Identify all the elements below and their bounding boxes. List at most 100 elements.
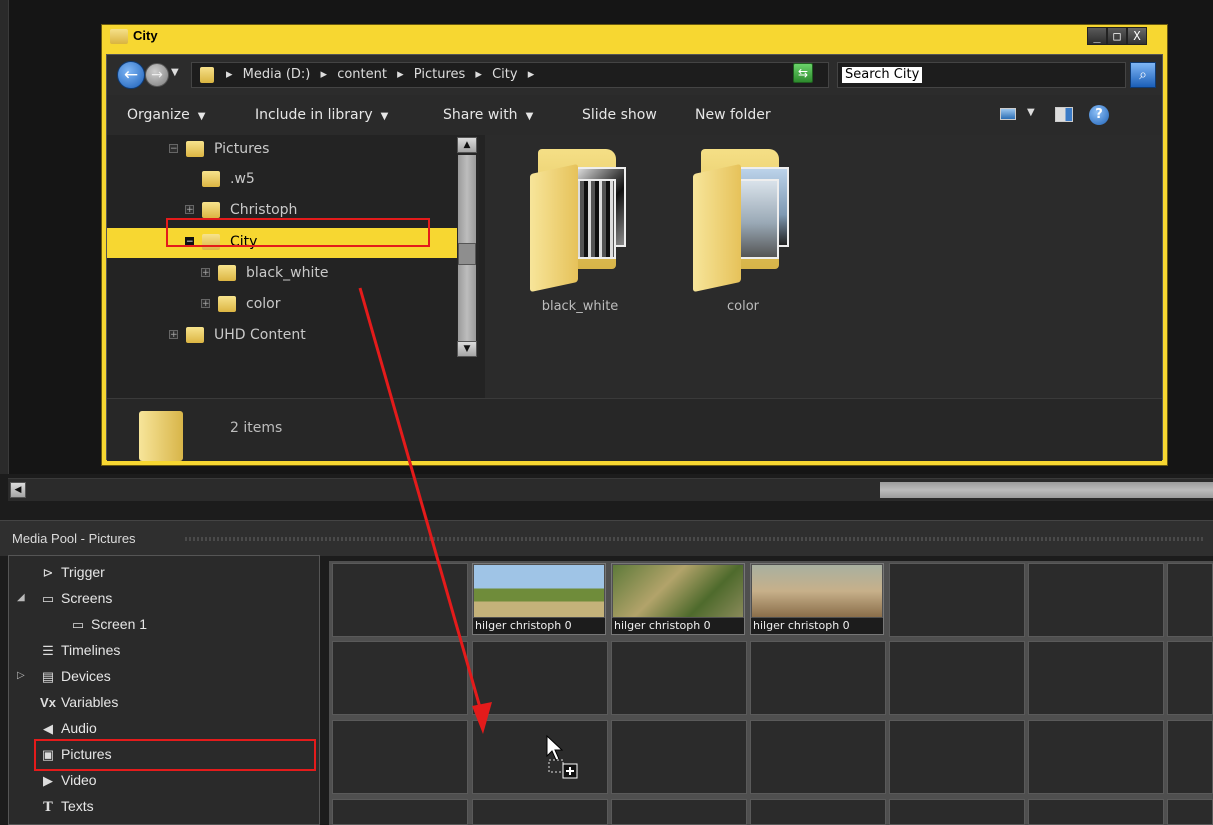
media-pool-tree: ⊳ Trigger ◢ ▭ Screens ▭ Screen 1 ☰ Timelines… bbox=[8, 555, 320, 825]
grid-cell[interactable] bbox=[1028, 720, 1164, 794]
grid-cell[interactable] bbox=[332, 641, 468, 715]
grid-cell[interactable] bbox=[1167, 799, 1213, 825]
tree-item-w5[interactable]: .w5 bbox=[107, 165, 485, 195]
grid-cell[interactable] bbox=[889, 720, 1025, 794]
scroll-down-icon[interactable]: ▼ bbox=[457, 341, 477, 357]
tree-item-timelines[interactable]: ☰ Timelines bbox=[39, 642, 120, 668]
grid-cell[interactable] bbox=[472, 799, 608, 825]
grid-cell[interactable] bbox=[332, 720, 468, 794]
new-folder-button[interactable]: New folder bbox=[695, 107, 771, 123]
media-pool-title: Media Pool - Pictures bbox=[12, 531, 136, 546]
grid-cell[interactable] bbox=[472, 641, 608, 715]
picture-thumbnail[interactable]: hilger christoph 0 bbox=[611, 563, 745, 635]
share-with-menu[interactable]: Share with ▼ bbox=[443, 107, 533, 123]
tree-item-color[interactable]: + color bbox=[107, 290, 485, 320]
grid-cell[interactable] bbox=[1028, 563, 1164, 637]
grid-cell[interactable] bbox=[332, 563, 468, 637]
grid-cell[interactable] bbox=[332, 799, 468, 825]
scrollbar-thumb[interactable] bbox=[458, 243, 476, 265]
picture-thumbnail[interactable]: hilger christoph 0 bbox=[750, 563, 884, 635]
tree-item-label: Timelines bbox=[61, 642, 121, 658]
expand-arrow-icon[interactable]: ▷ bbox=[17, 670, 25, 681]
recent-pages-chevron-down-icon[interactable]: ▼ bbox=[171, 67, 179, 78]
tree-item-screens[interactable]: ▭ Screens bbox=[39, 590, 113, 616]
grid-cell[interactable] bbox=[611, 720, 747, 794]
help-icon[interactable]: ? bbox=[1089, 105, 1109, 125]
grid-cell[interactable] bbox=[1028, 641, 1164, 715]
collapse-arrow-icon[interactable]: ◢ bbox=[17, 592, 25, 603]
left-edge-strip bbox=[0, 0, 9, 474]
organize-menu[interactable]: Organize ▼ bbox=[127, 107, 205, 123]
forward-button[interactable]: → bbox=[145, 63, 169, 87]
scrollbar-thumb[interactable] bbox=[880, 482, 1213, 498]
breadcrumb-item-content[interactable]: content bbox=[337, 67, 387, 82]
collapse-icon[interactable]: − bbox=[169, 144, 178, 154]
tree-item-pictures[interactable]: − Pictures bbox=[107, 135, 485, 165]
video-icon: ▶ bbox=[43, 773, 53, 788]
folder-icon bbox=[186, 141, 204, 157]
breadcrumb-separator: ▸ bbox=[320, 67, 328, 82]
tree-item-video[interactable]: ▶ Video bbox=[39, 772, 97, 798]
tree-item-texts[interactable]: T Texts bbox=[39, 798, 94, 824]
thumbnail-caption: hilger christoph 0 bbox=[751, 618, 883, 634]
breadcrumb-item-pictures[interactable]: Pictures bbox=[414, 67, 465, 82]
city-highlight-box bbox=[166, 218, 430, 247]
folder-tile-color[interactable]: color bbox=[693, 149, 793, 314]
breadcrumb: ▸ Media (D:) ▸ content ▸ Pictures ▸ City… bbox=[226, 67, 540, 82]
grid-cell[interactable] bbox=[750, 641, 886, 715]
view-options-chevron-down-icon[interactable]: ▼ bbox=[1027, 107, 1035, 118]
tree-item-devices[interactable]: ▤ Devices bbox=[39, 668, 111, 694]
grid-cell[interactable] bbox=[472, 720, 608, 794]
tree-item-variables[interactable]: Vx Variables bbox=[39, 694, 118, 720]
tree-item-trigger[interactable]: ⊳ Trigger bbox=[39, 564, 105, 590]
change-view-icon[interactable] bbox=[1000, 108, 1016, 120]
grid-cell[interactable] bbox=[611, 799, 747, 825]
grid-cell[interactable] bbox=[750, 799, 886, 825]
expand-icon[interactable]: + bbox=[201, 268, 210, 278]
grid-cell[interactable] bbox=[1167, 720, 1213, 794]
slide-show-button[interactable]: Slide show bbox=[582, 107, 657, 123]
tree-item-black-white[interactable]: + black_white bbox=[107, 259, 485, 289]
refresh-button[interactable]: ⇆ bbox=[793, 63, 813, 83]
folder-icon bbox=[218, 265, 236, 281]
tree-item-label: Audio bbox=[61, 720, 97, 736]
panel-grip[interactable] bbox=[185, 537, 1205, 541]
pictures-highlight-box bbox=[34, 739, 316, 771]
address-bar[interactable]: ▸ Media (D:) ▸ content ▸ Pictures ▸ City… bbox=[191, 62, 850, 88]
folder-tile-black-white[interactable]: black_white bbox=[530, 149, 630, 314]
preview-pane-icon[interactable] bbox=[1055, 107, 1073, 122]
savanna-trees-image bbox=[474, 565, 604, 617]
expand-icon[interactable]: + bbox=[201, 299, 210, 309]
picture-thumbnail[interactable]: hilger christoph 0 bbox=[472, 563, 606, 635]
grid-cell[interactable] bbox=[750, 720, 886, 794]
tree-item-screen-1[interactable]: ▭ Screen 1 bbox=[69, 616, 147, 642]
expand-icon[interactable]: + bbox=[169, 330, 178, 340]
tree-item-uhd-content[interactable]: + UHD Content bbox=[107, 321, 485, 351]
breadcrumb-item-drive[interactable]: Media (D:) bbox=[243, 67, 311, 82]
grid-cell[interactable] bbox=[611, 641, 747, 715]
details-pane: 2 items bbox=[107, 398, 1162, 461]
grid-cell[interactable] bbox=[1167, 563, 1213, 637]
navigation-pane: − Pictures .w5 + Christoph − City + blac… bbox=[107, 135, 485, 398]
breadcrumb-item-city[interactable]: City bbox=[492, 67, 517, 82]
maximize-button[interactable]: □ bbox=[1107, 27, 1127, 45]
variables-icon: Vx bbox=[40, 695, 56, 710]
minimize-button[interactable]: _ bbox=[1087, 27, 1107, 45]
explorer-titlebar[interactable]: City _ □ X bbox=[102, 25, 1167, 51]
grid-cell[interactable] bbox=[889, 641, 1025, 715]
include-in-library-menu[interactable]: Include in library ▼ bbox=[255, 107, 388, 123]
folder-icon bbox=[139, 411, 183, 461]
grid-cell[interactable] bbox=[889, 799, 1025, 825]
expand-icon[interactable]: + bbox=[185, 205, 194, 215]
grid-cell[interactable] bbox=[1167, 641, 1213, 715]
tree-scrollbar[interactable]: ▲ ▼ bbox=[457, 137, 479, 357]
search-input[interactable]: Search City bbox=[837, 62, 1126, 88]
scroll-up-icon[interactable]: ▲ bbox=[457, 137, 477, 153]
grid-cell[interactable] bbox=[889, 563, 1025, 637]
back-button[interactable]: ← bbox=[117, 61, 145, 89]
grid-cell[interactable] bbox=[1028, 799, 1164, 825]
close-button[interactable]: X bbox=[1127, 27, 1147, 45]
search-icon[interactable]: ⌕ bbox=[1130, 62, 1156, 88]
horizontal-scrollbar[interactable]: ◀ bbox=[8, 478, 1213, 501]
scroll-left-icon[interactable]: ◀ bbox=[10, 482, 26, 498]
